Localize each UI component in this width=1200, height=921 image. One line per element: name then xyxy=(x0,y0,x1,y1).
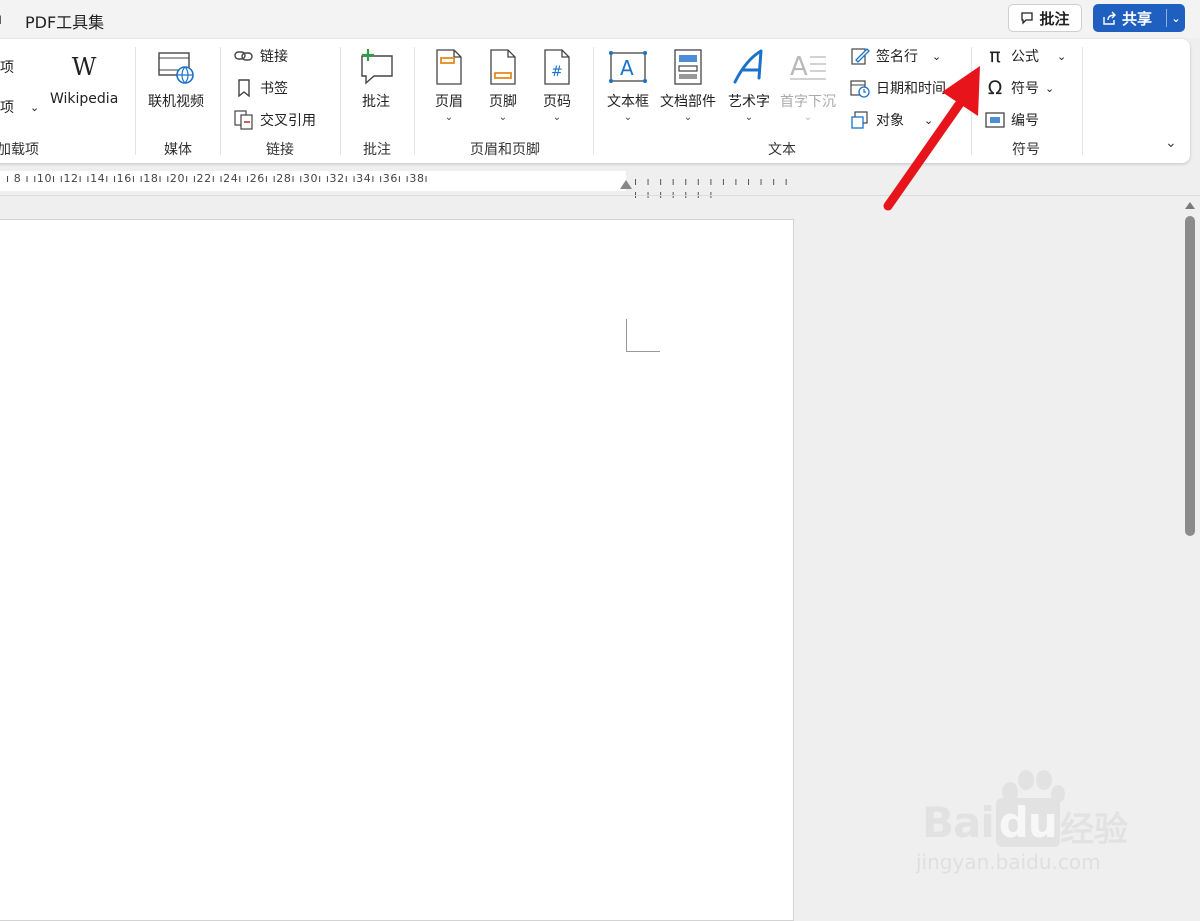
group-label-addins: 加载项 xyxy=(0,142,39,158)
footer-button[interactable]: 页脚 ⌄ xyxy=(488,47,518,123)
symbol-label: 符号 xyxy=(1011,81,1039,97)
online-video-label: 联机视频 xyxy=(148,94,204,110)
object-icon xyxy=(850,110,870,130)
chevron-down-icon: ⌄ xyxy=(683,112,693,123)
ribbon-expand-chevron-icon[interactable]: ⌄ xyxy=(1165,135,1177,151)
group-label-text: 文本 xyxy=(768,142,796,158)
page-number-icon: # xyxy=(542,47,572,87)
equation-label: 公式 xyxy=(1011,49,1039,65)
cross-reference-button[interactable]: 交叉引用 xyxy=(234,110,316,130)
quick-parts-button[interactable]: 文档部件 ⌄ xyxy=(660,47,716,123)
svg-text:#: # xyxy=(551,64,563,80)
link-icon xyxy=(234,46,254,66)
svg-text:A: A xyxy=(620,56,634,80)
link-label: 链接 xyxy=(260,49,288,65)
share-dropdown-chevron-icon[interactable]: ⌄ xyxy=(1167,12,1185,25)
bookmark-icon xyxy=(234,78,254,98)
ruler-ticks: ı ı ı ı ı ı ı ı ı ı ı ı ı ı ı ı ı ı ı ı xyxy=(634,175,791,201)
comments-button-label: 批注 xyxy=(1039,9,1070,28)
wordart-icon xyxy=(731,47,767,87)
share-button-label: 共享 xyxy=(1122,9,1153,28)
chevron-down-icon: ⌄ xyxy=(803,112,813,123)
header-icon xyxy=(434,47,464,87)
scrollbar-thumb[interactable] xyxy=(1185,216,1195,536)
cross-reference-label: 交叉引用 xyxy=(260,113,316,129)
share-icon xyxy=(1103,11,1116,25)
menu-fragment[interactable]: ı xyxy=(0,10,2,28)
textbox-button[interactable]: A 文本框 ⌄ xyxy=(607,47,649,123)
textbox-icon: A xyxy=(608,47,648,87)
margin-corner-mark xyxy=(626,319,660,352)
chevron-down-icon: ⌄ xyxy=(1057,49,1067,63)
quick-parts-icon xyxy=(673,47,703,87)
header-label: 页眉 xyxy=(435,94,463,110)
chevron-down-icon: ⌄ xyxy=(1045,81,1055,95)
comments-button[interactable]: 批注 xyxy=(1008,4,1082,32)
watermark-cn: 经验 xyxy=(1060,810,1128,850)
new-comment-label: 批注 xyxy=(362,94,390,110)
link-button[interactable]: 链接 xyxy=(234,46,288,66)
baidu-watermark: Bai du 经验 jingyan.baidu.com xyxy=(910,770,1150,880)
svg-text:A: A xyxy=(790,52,808,82)
bookmark-button[interactable]: 书签 xyxy=(234,78,288,98)
chevron-down-icon: ⌄ xyxy=(30,100,40,114)
chevron-down-icon: ⌄ xyxy=(552,112,562,123)
calendar-clock-icon xyxy=(850,78,870,98)
new-comment-button[interactable]: 批注 xyxy=(356,47,396,111)
group-label-symbols: 符号 xyxy=(1012,142,1040,158)
scroll-up-arrow-icon[interactable] xyxy=(1185,202,1195,209)
group-label-links: 链接 xyxy=(266,142,294,158)
group-label-header-footer: 页眉和页脚 xyxy=(470,142,540,158)
title-bar: ı PDF工具集 批注 共享 ⌄ xyxy=(0,0,1200,38)
tab-pdf-tools[interactable]: PDF工具集 xyxy=(25,9,104,33)
wikipedia-icon: W xyxy=(71,53,97,81)
header-button[interactable]: 页眉 ⌄ xyxy=(434,47,464,123)
footer-label: 页脚 xyxy=(489,94,517,110)
page-number-label: 页码 xyxy=(543,94,571,110)
insert-ribbon: 项 项 ⌄ W Wikipedia 加载项 联机视频 媒体 链接 书签 交叉引用 … xyxy=(0,39,1190,163)
signature-line-icon xyxy=(850,46,870,66)
dropcap-label: 首字下沉 xyxy=(780,94,836,110)
quick-parts-label: 文档部件 xyxy=(660,94,716,110)
red-annotation-arrow-icon xyxy=(883,66,980,211)
wikipedia-button[interactable]: W Wikipedia xyxy=(50,47,118,107)
group-label-comments: 批注 xyxy=(363,142,391,158)
vertical-scrollbar[interactable] xyxy=(1181,198,1200,900)
watermark-brand: Bai du xyxy=(922,798,1060,847)
chevron-down-icon: ⌄ xyxy=(623,112,633,123)
cross-reference-icon xyxy=(234,110,254,130)
chevron-down-icon: ⌄ xyxy=(744,112,754,123)
online-video-icon xyxy=(156,47,196,87)
wordart-label: 艺术字 xyxy=(728,94,770,110)
ruler-numbers: ı 8 ı ı10ı ı12ı ı14ı ı16ı ı18ı ı20ı ı22ı… xyxy=(6,172,429,185)
number-label: 编号 xyxy=(1011,113,1039,129)
document-page[interactable] xyxy=(0,219,794,921)
comment-icon xyxy=(1021,12,1034,25)
dropcap-icon: A xyxy=(788,47,828,87)
chevron-down-icon: ⌄ xyxy=(498,112,508,123)
bookmark-label: 书签 xyxy=(260,81,288,97)
addin-item-1-label: 项 xyxy=(0,60,14,76)
horizontal-ruler[interactable]: ı 8 ı ı10ı ı12ı ı14ı ı16ı ı18ı ı20ı ı22ı… xyxy=(0,163,800,201)
addin-item-2-label: 项 xyxy=(0,100,14,116)
footer-icon xyxy=(488,47,518,87)
online-video-button[interactable]: 联机视频 xyxy=(148,47,204,111)
new-comment-icon xyxy=(356,47,396,87)
group-label-media: 媒体 xyxy=(164,142,192,158)
chevron-down-icon: ⌄ xyxy=(444,112,454,123)
wikipedia-label: Wikipedia xyxy=(50,91,119,107)
share-button[interactable]: 共享 ⌄ xyxy=(1093,4,1185,32)
dropcap-button[interactable]: A 首字下沉 ⌄ xyxy=(780,47,836,123)
wordart-button[interactable]: 艺术字 ⌄ xyxy=(728,47,770,123)
addin-item-2[interactable]: 项 ⌄ xyxy=(0,97,39,117)
textbox-label: 文本框 xyxy=(607,94,649,110)
watermark-url: jingyan.baidu.com xyxy=(916,850,1101,874)
page-number-button[interactable]: # 页码 ⌄ xyxy=(542,47,572,123)
addin-item-1[interactable]: 项 xyxy=(0,57,14,77)
right-indent-marker-icon[interactable] xyxy=(620,180,632,189)
